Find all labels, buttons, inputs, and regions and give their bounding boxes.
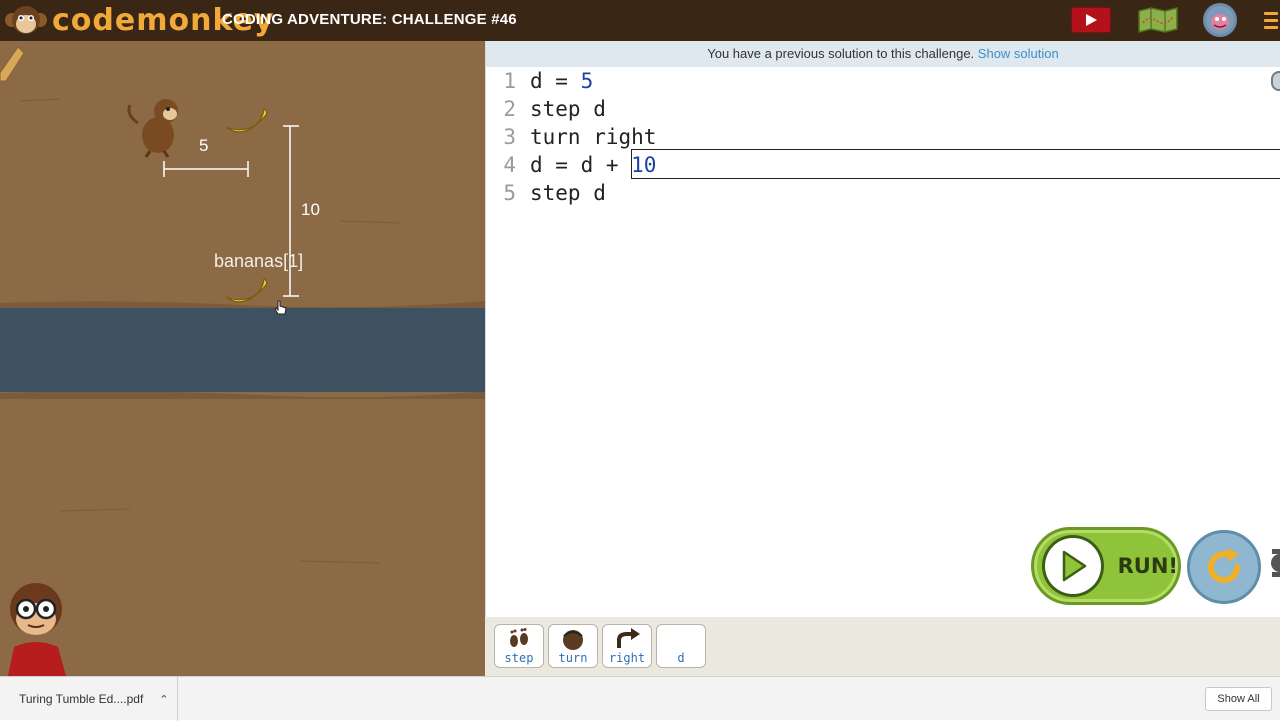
menu-icon-bar — [1264, 11, 1278, 15]
line-number: 5 — [503, 181, 516, 205]
run-button[interactable]: RUN! — [1031, 527, 1181, 605]
avatar-icon — [1206, 6, 1234, 34]
guide-character — [8, 583, 66, 676]
mouse-cursor-icon — [274, 300, 287, 315]
download-bar: Turing Tumble Ed....pdf ⌃ Show All — [0, 676, 1280, 721]
notice-text: You have a previous solution to this cha… — [707, 46, 975, 61]
line-number: 3 — [503, 125, 516, 149]
video-button[interactable] — [1071, 7, 1111, 33]
map-button[interactable] — [1136, 4, 1180, 36]
command-turn[interactable]: turn — [548, 624, 598, 668]
play-icon — [1062, 550, 1087, 582]
distance-label-vertical: 10 — [301, 200, 320, 219]
command-variable-d[interactable]: d — [656, 624, 706, 668]
code-line[interactable]: 4 d = d + 10 — [486, 151, 1280, 179]
user-avatar-button[interactable] — [1203, 3, 1237, 37]
video-icon — [1086, 14, 1097, 26]
play-icon-circle — [1042, 535, 1104, 597]
code-number: 5 — [580, 69, 594, 93]
download-item[interactable]: Turing Tumble Ed....pdf ⌃ — [0, 677, 178, 721]
code-line[interactable]: 5 step d — [486, 179, 1280, 207]
command-label: d — [677, 651, 685, 665]
code-line[interactable]: 2 step d — [486, 95, 1280, 123]
distance-label-horizontal: 5 — [199, 136, 209, 155]
chevron-up-icon[interactable]: ⌃ — [159, 693, 168, 706]
ruler-icon[interactable] — [0, 47, 24, 81]
object-label: bananas[1] — [214, 251, 304, 271]
line-code[interactable]: step d — [516, 95, 606, 123]
monkey-player — [127, 99, 178, 158]
line-code[interactable]: d = d + 10 — [516, 151, 656, 179]
command-palette: step turn right d — [485, 617, 1280, 676]
top-bar: codemonkey CODING ADVENTURE: CHALLENGE #… — [0, 0, 1280, 41]
side-tab-handle[interactable] — [1271, 71, 1280, 91]
previous-solution-notice: You have a previous solution to this cha… — [486, 41, 1280, 67]
reset-button[interactable] — [1187, 530, 1261, 604]
reset-icon — [1208, 548, 1240, 584]
distance-marker-horizontal — [163, 161, 249, 177]
map-icon — [1138, 7, 1178, 33]
banana — [225, 108, 268, 133]
line-code[interactable]: d = 5 — [516, 67, 593, 95]
code-editor-panel: You have a previous solution to this cha… — [485, 41, 1280, 617]
command-right[interactable]: right — [602, 624, 652, 668]
code-line[interactable]: 1 d = 5 — [486, 67, 1280, 95]
line-code[interactable]: turn right — [516, 123, 656, 151]
menu-icon-bar — [1264, 25, 1278, 29]
command-label: turn — [558, 651, 588, 665]
code-text: d = — [530, 69, 581, 93]
line-number: 1 — [503, 69, 516, 93]
show-solution-link[interactable]: Show solution — [978, 46, 1059, 61]
footprints-icon — [510, 628, 528, 647]
code-number: 10 — [631, 153, 657, 177]
code-area[interactable]: 1 d = 5 2 step d 3 turn right 4 d = d + … — [486, 67, 1280, 207]
challenge-title: CODING ADVENTURE: CHALLENGE #46 — [222, 11, 517, 28]
river — [0, 308, 485, 392]
game-stage: 5 10 bananas[1] — [0, 41, 485, 676]
monkey-head-icon — [563, 630, 583, 650]
line-number: 2 — [503, 97, 516, 121]
download-file-name: Turing Tumble Ed....pdf — [19, 692, 144, 706]
settings-icon[interactable] — [1268, 545, 1280, 581]
menu-button[interactable] — [1262, 4, 1280, 36]
turn-right-arrow-icon — [617, 628, 640, 648]
run-label: RUN! — [1117, 554, 1178, 578]
show-all-button[interactable]: Show All — [1205, 687, 1272, 711]
monkey-logo-icon — [5, 6, 47, 34]
menu-icon-bar — [1264, 18, 1278, 22]
command-label: right — [608, 651, 646, 665]
command-step[interactable]: step — [494, 624, 544, 668]
line-code[interactable]: step d — [516, 179, 606, 207]
line-number: 4 — [503, 153, 516, 177]
code-text: d = d + — [530, 153, 632, 177]
command-label: step — [504, 651, 534, 665]
code-line[interactable]: 3 turn right — [486, 123, 1280, 151]
